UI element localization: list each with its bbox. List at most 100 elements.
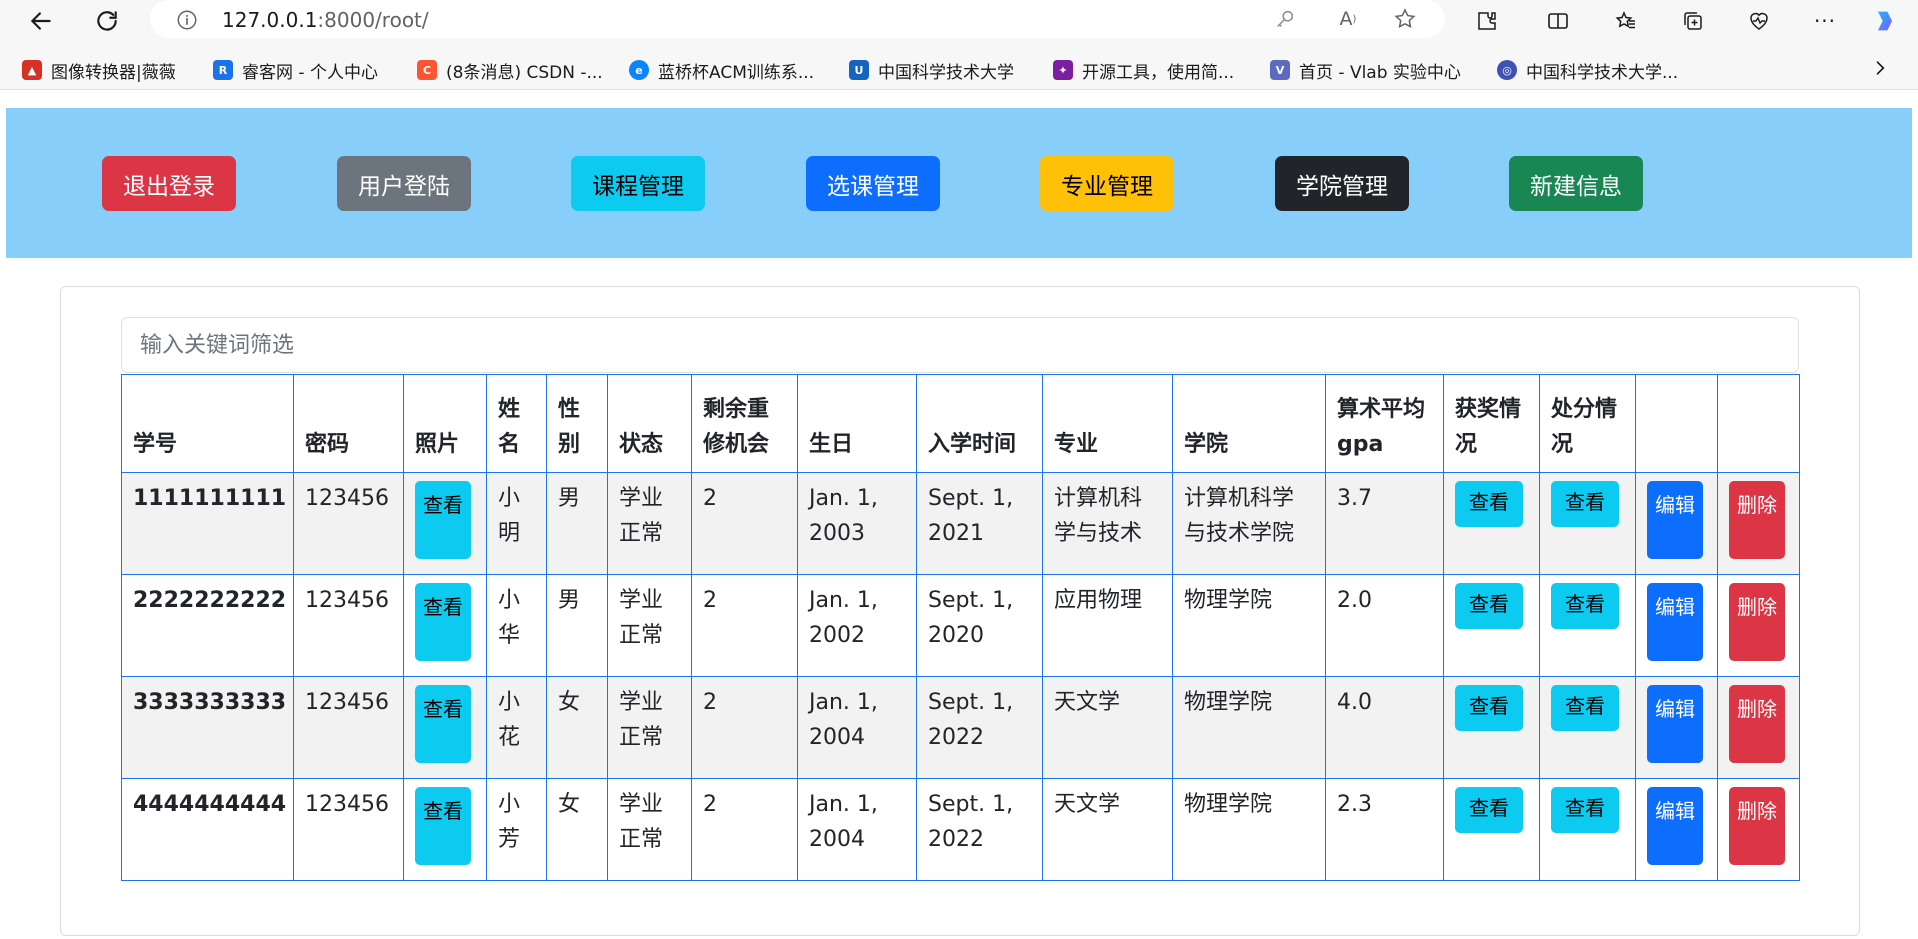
college-cell: 计算机科学与技术学院 <box>1172 472 1326 575</box>
header-delete-column <box>1717 374 1800 473</box>
bookmark-favicon-icon: ✦ <box>1053 60 1073 80</box>
birthday-cell: Jan. 1, 2004 <box>797 676 917 779</box>
edit-cell: 编辑 <box>1635 676 1718 779</box>
student-id-cell: 1111111111 <box>121 472 294 575</box>
more-menu-icon[interactable]: ··· <box>1808 4 1842 38</box>
new-record-button[interactable]: 新建信息 <box>1509 156 1643 211</box>
bookmark-item[interactable]: V 首页 - Vlab 实验中心 <box>1270 56 1461 84</box>
birthday-cell: Jan. 1, 2003 <box>797 472 917 575</box>
discipline-cell: 查看 <box>1539 676 1636 779</box>
bookmark-favicon-icon: V <box>1270 60 1290 80</box>
delete-button[interactable]: 删除 <box>1729 787 1785 865</box>
view-awards-button[interactable]: 查看 <box>1455 481 1523 527</box>
college-management-button[interactable]: 学院管理 <box>1275 156 1409 211</box>
retake-chances-cell: 2 <box>691 676 798 779</box>
delete-cell: 删除 <box>1717 574 1800 677</box>
user-login-button[interactable]: 用户登陆 <box>337 156 471 211</box>
birthday-cell: Jan. 1, 2002 <box>797 574 917 677</box>
back-icon[interactable] <box>24 4 58 38</box>
view-awards-button[interactable]: 查看 <box>1455 787 1523 833</box>
bookmark-item[interactable]: C (8条消息) CSDN -... <box>417 56 603 84</box>
url-host: 127.0.0.1 <box>222 8 318 32</box>
table-header-row: 学号 密码 照片 姓名 性别 状态 剩余重修机会 生日 入学时间 专业 学院 算术平均gpa 获奖情况处… <box>121 374 1800 473</box>
header-enrollment-date: 入学时间 <box>916 374 1043 473</box>
major-cell: 天文学 <box>1042 778 1173 881</box>
delete-cell: 删除 <box>1717 778 1800 881</box>
gender-cell: 男 <box>546 574 608 677</box>
birthday-cell: Jan. 1, 2004 <box>797 778 917 881</box>
password-cell: 123456 <box>293 676 404 779</box>
edit-button[interactable]: 编辑 <box>1647 685 1703 763</box>
name-cell: 小华 <box>486 574 547 677</box>
extensions-icon[interactable] <box>1470 4 1504 38</box>
major-management-button[interactable]: 专业管理 <box>1040 156 1174 211</box>
bookmarks-overflow-chevron-icon[interactable] <box>1870 58 1890 82</box>
bookmark-item[interactable]: R 睿客网 - 个人中心 <box>213 56 378 84</box>
logout-button[interactable]: 退出登录 <box>102 156 236 211</box>
favorite-star-icon[interactable] <box>1392 6 1418 32</box>
student-id-cell: 2222222222 <box>121 574 294 677</box>
edit-button[interactable]: 编辑 <box>1647 583 1703 661</box>
edit-button[interactable]: 编辑 <box>1647 481 1703 559</box>
view-photo-button[interactable]: 查看 <box>415 583 471 661</box>
status-cell: 学业正常 <box>607 676 692 779</box>
copilot-icon[interactable] <box>1868 4 1902 38</box>
view-awards-button[interactable]: 查看 <box>1455 583 1523 629</box>
view-photo-button[interactable]: 查看 <box>415 787 471 865</box>
course-management-button[interactable]: 课程管理 <box>571 156 705 211</box>
delete-button[interactable]: 删除 <box>1729 583 1785 661</box>
name-cell: 小明 <box>486 472 547 575</box>
read-aloud-icon[interactable]: A) <box>1335 6 1361 32</box>
url-text[interactable]: 127.0.0.1:8000/root/ <box>222 8 429 32</box>
photo-cell: 查看 <box>403 574 487 677</box>
name-cell: 小芳 <box>486 778 547 881</box>
header-password: 密码 <box>293 374 404 473</box>
address-bar[interactable]: 127.0.0.1:8000/root/ A) <box>150 0 1445 38</box>
favorites-icon[interactable] <box>1609 4 1643 38</box>
enrollment-date-cell: Sept. 1, 2020 <box>916 574 1043 677</box>
bookmark-item[interactable]: ✦ 开源工具，使用简... <box>1053 56 1234 84</box>
delete-button[interactable]: 删除 <box>1729 685 1785 763</box>
awards-cell: 查看 <box>1443 676 1540 779</box>
refresh-icon[interactable] <box>90 4 124 38</box>
view-discipline-button[interactable]: 查看 <box>1551 583 1619 629</box>
course-selection-management-button[interactable]: 选课管理 <box>806 156 940 211</box>
collections-icon[interactable] <box>1676 4 1710 38</box>
bookmark-item[interactable]: ▲ 图像转换器|薇薇 <box>22 56 176 84</box>
bookmark-item[interactable]: U 中国科学技术大学 <box>849 56 1014 84</box>
table-row: 3333333333 123456 查看 小花女学业正常 2 Jan. 1, 2004 Se… <box>121 676 1800 779</box>
header-status: 状态 <box>607 374 692 473</box>
header-edit-column <box>1635 374 1718 473</box>
bookmark-favicon-icon: R <box>213 60 233 80</box>
bookmark-item[interactable]: e 蓝桥杯ACM训练系... <box>629 56 814 84</box>
split-screen-icon[interactable] <box>1541 4 1575 38</box>
status-cell: 学业正常 <box>607 472 692 575</box>
status-cell: 学业正常 <box>607 574 692 677</box>
header-photo: 照片 <box>403 374 487 473</box>
keyword-filter-input[interactable] <box>121 317 1799 373</box>
header-gpa: 算术平均gpa <box>1325 374 1444 473</box>
college-cell: 物理学院 <box>1172 574 1326 677</box>
delete-cell: 删除 <box>1717 472 1800 575</box>
bookmark-item[interactable]: ◎ 中国科学技术大学... <box>1497 56 1678 84</box>
header-college: 学院 <box>1172 374 1326 473</box>
view-photo-button[interactable]: 查看 <box>415 481 471 559</box>
bookmark-label: 中国科学技术大学... <box>1526 62 1679 83</box>
view-photo-button[interactable]: 查看 <box>415 685 471 763</box>
password-cell: 123456 <box>293 574 404 677</box>
student-id-cell: 4444444444 <box>121 778 294 881</box>
browser-essentials-icon[interactable] <box>1742 4 1776 38</box>
view-discipline-button[interactable]: 查看 <box>1551 685 1619 731</box>
gpa-cell: 2.0 <box>1325 574 1444 677</box>
site-info-icon[interactable] <box>176 9 198 35</box>
college-cell: 物理学院 <box>1172 778 1326 881</box>
discipline-cell: 查看 <box>1539 574 1636 677</box>
photo-cell: 查看 <box>403 676 487 779</box>
view-discipline-button[interactable]: 查看 <box>1551 787 1619 833</box>
view-awards-button[interactable]: 查看 <box>1455 685 1523 731</box>
key-icon[interactable] <box>1272 6 1298 32</box>
college-cell: 物理学院 <box>1172 676 1326 779</box>
edit-button[interactable]: 编辑 <box>1647 787 1703 865</box>
delete-button[interactable]: 删除 <box>1729 481 1785 559</box>
view-discipline-button[interactable]: 查看 <box>1551 481 1619 527</box>
